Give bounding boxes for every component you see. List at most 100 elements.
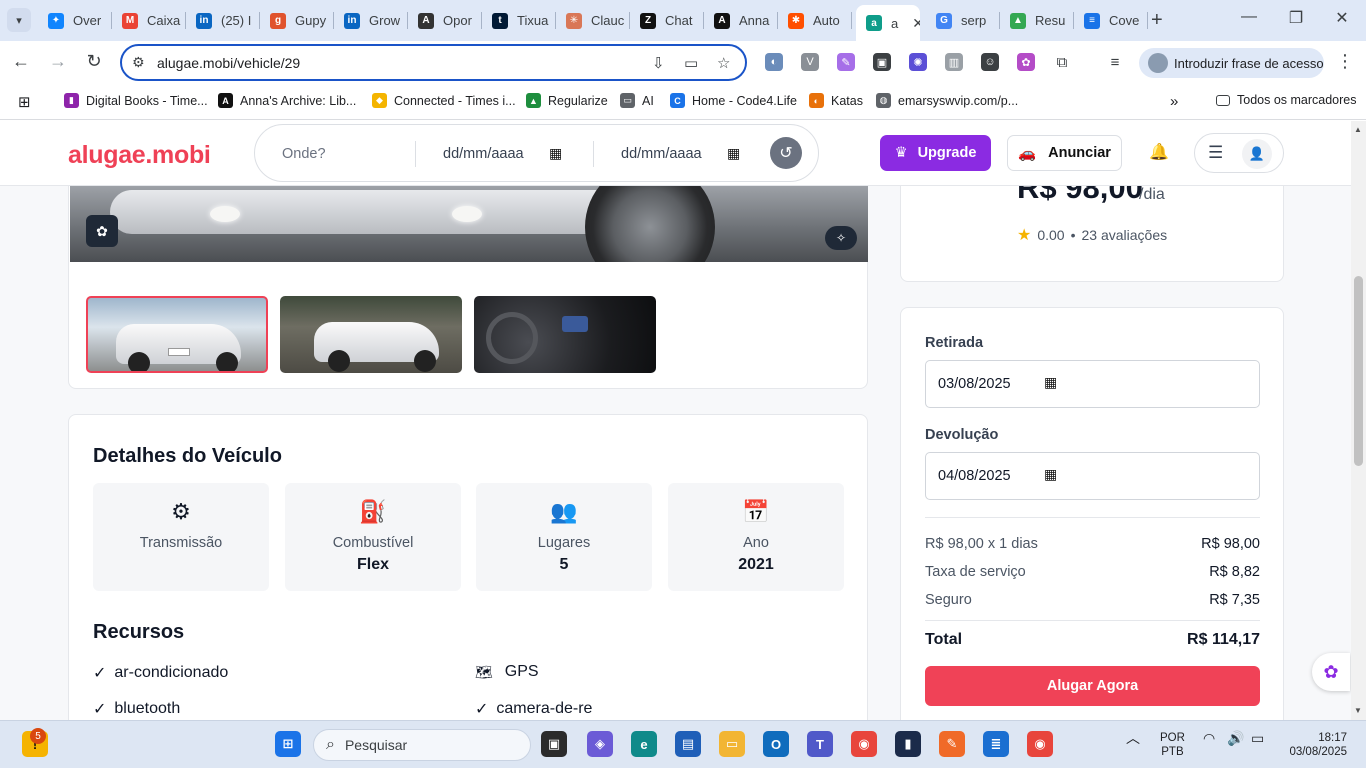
browser-menu-icon[interactable]: ⋮ xyxy=(1336,51,1354,72)
reset-search-icon[interactable]: ↺ xyxy=(770,137,802,169)
tab-14[interactable]: ≡ Cove xyxy=(1074,0,1148,41)
back-icon[interactable]: ← xyxy=(9,51,33,72)
thumbnail-1[interactable] xyxy=(86,296,268,373)
thumbnail-2[interactable] xyxy=(280,296,462,373)
clock[interactable]: 18:17 03/08/2025 xyxy=(1285,731,1347,759)
rent-now-button[interactable]: Alugar Agora xyxy=(925,666,1260,706)
more-bookmarks-icon[interactable]: » xyxy=(1170,93,1178,110)
apps-grid-icon[interactable]: ⊞ xyxy=(18,93,31,111)
page-scrollbar[interactable]: ▲ ▼ xyxy=(1351,121,1366,720)
teams-icon[interactable]: T xyxy=(807,731,833,757)
anunciar-button[interactable]: 🚗 Anunciar xyxy=(1007,135,1122,171)
card-icon[interactable]: ▭ xyxy=(684,54,698,72)
wifi-icon[interactable]: ◠ xyxy=(1203,731,1215,745)
tab-3[interactable]: g Gupy xyxy=(260,0,334,41)
chrome-icon[interactable]: ◉ xyxy=(851,731,877,757)
ai-brain-badge-icon[interactable]: ✿ xyxy=(86,215,118,247)
start-date-input[interactable]: dd/mm/aaaa xyxy=(443,146,524,162)
site-info-icon[interactable]: ⚙ xyxy=(132,54,145,71)
tab-1[interactable]: M Caixa xyxy=(112,0,186,41)
extension-book-icon[interactable]: ▥ xyxy=(945,53,963,71)
store-icon[interactable]: ▤ xyxy=(675,731,701,757)
tab-7[interactable]: ✳ Clauc xyxy=(556,0,630,41)
battery-icon[interactable]: ▭ xyxy=(1251,731,1264,745)
bookmark-item[interactable]: ◆ Connected - Times i... xyxy=(372,93,516,108)
site-logo[interactable]: alugae.mobi xyxy=(68,141,211,170)
task-view-icon[interactable]: ▣ xyxy=(541,731,567,757)
scroll-down-icon[interactable]: ▼ xyxy=(1354,706,1362,715)
tray-overflow-icon[interactable]: ︿ xyxy=(1126,731,1140,745)
start-icon[interactable]: ⊞ xyxy=(275,731,301,757)
bookmark-star-icon[interactable]: ☆ xyxy=(717,54,730,72)
extension-icon[interactable]: ◐ xyxy=(765,53,783,71)
edge-icon[interactable]: e xyxy=(631,731,657,757)
language-indicator[interactable]: POR PTB xyxy=(1160,731,1185,759)
bell-icon[interactable]: 🔔 xyxy=(1149,142,1169,162)
extensions-puzzle-icon[interactable]: ⧉ xyxy=(1053,53,1071,71)
profile-button[interactable]: Introduzir frase de acesso xyxy=(1139,48,1324,78)
bookmark-item[interactable]: C Home - Code4.Life xyxy=(670,93,797,108)
extension-gear-icon[interactable]: ✺ xyxy=(909,53,927,71)
bookmark-item[interactable]: ◐ Katas xyxy=(809,93,863,108)
extension-face-icon[interactable]: ☺ xyxy=(981,53,999,71)
forward-icon[interactable]: → xyxy=(46,51,70,72)
scroll-up-icon[interactable]: ▲ xyxy=(1354,125,1362,134)
tab-2[interactable]: in (25) I xyxy=(186,0,260,41)
extension-v-icon[interactable]: V xyxy=(801,53,819,71)
return-date-input[interactable]: 04/08/2025 ▦ xyxy=(925,452,1260,500)
close-window-icon[interactable]: ✕ xyxy=(1322,8,1362,28)
close-tab-icon[interactable]: ✕ xyxy=(912,15,920,32)
volume-icon[interactable]: 🔊 xyxy=(1227,731,1244,745)
bookmark-item[interactable]: A Anna's Archive: Lib... xyxy=(218,93,356,108)
minimize-icon[interactable]: — xyxy=(1229,8,1269,26)
reload-icon[interactable]: ↻ xyxy=(82,51,106,72)
scroll-thumb[interactable] xyxy=(1354,276,1363,466)
location-input[interactable]: Onde? xyxy=(282,146,326,162)
extension-pen-icon[interactable]: ✎ xyxy=(837,53,855,71)
calendar-icon[interactable]: ▦ xyxy=(1044,374,1057,391)
magic-wand-icon[interactable]: ✧ xyxy=(825,226,857,250)
chrome-dev-icon[interactable]: ◉ xyxy=(1027,731,1053,757)
all-bookmarks-button[interactable]: Todos os marcadores xyxy=(1216,93,1357,107)
tab-11[interactable]: a a ✕ xyxy=(856,5,920,41)
url-text[interactable]: alugae.mobi/vehicle/29 xyxy=(157,55,300,71)
bookmark-item[interactable]: ◍ emarsyswvip.com/p... xyxy=(876,93,1018,108)
thumbnail-3[interactable] xyxy=(474,296,656,373)
tab-5[interactable]: A Opor xyxy=(408,0,482,41)
upgrade-button[interactable]: ♛ Upgrade xyxy=(880,135,991,171)
extension-brain-icon[interactable]: ✿ xyxy=(1017,53,1035,71)
calendar-icon[interactable]: ▦ xyxy=(549,145,562,162)
file-explorer-icon[interactable]: ▭ xyxy=(719,731,745,757)
tab-8[interactable]: Z Chat xyxy=(630,0,704,41)
bookmark-item[interactable]: ▲ Regularize xyxy=(526,93,608,108)
terminal-icon[interactable]: ▮ xyxy=(895,731,921,757)
tab-9[interactable]: A Anna xyxy=(704,0,778,41)
floating-assistant-icon[interactable]: ✿ xyxy=(1312,653,1350,691)
outlook-icon[interactable]: O xyxy=(763,731,789,757)
user-menu-button[interactable]: ☰ 👤 xyxy=(1194,133,1284,173)
restore-icon[interactable]: ❐ xyxy=(1276,8,1316,28)
bookmark-item[interactable]: ▮ Digital Books - Time... xyxy=(64,93,208,108)
postman-icon[interactable]: ✎ xyxy=(939,731,965,757)
copilot-icon[interactable]: ◈ xyxy=(587,731,613,757)
calendar-icon[interactable]: ▦ xyxy=(727,145,740,162)
tab-6[interactable]: t Tixua xyxy=(482,0,556,41)
calendar-icon[interactable]: ▦ xyxy=(1044,466,1057,483)
pickup-date-input[interactable]: 03/08/2025 ▦ xyxy=(925,360,1260,408)
address-bar[interactable]: ⚙ alugae.mobi/vehicle/29 ⇩ ▭ ☆ xyxy=(120,44,747,81)
install-app-icon[interactable]: ⇩ xyxy=(652,54,665,72)
end-date-input[interactable]: dd/mm/aaaa xyxy=(621,146,702,162)
tab-search-icon[interactable]: ▾ xyxy=(7,8,31,32)
bookmark-item[interactable]: ▭ AI xyxy=(620,93,654,108)
extension-cast-icon[interactable]: ▣ xyxy=(873,53,891,71)
tab-0[interactable]: ✦ Over xyxy=(38,0,112,41)
review-count[interactable]: 23 avaliações xyxy=(1082,227,1168,243)
notepad-icon[interactable]: ≣ xyxy=(983,731,1009,757)
new-tab-icon[interactable]: + xyxy=(1151,9,1163,32)
tab-12[interactable]: Gserp xyxy=(926,0,1000,41)
tab-13[interactable]: ▲ Resu xyxy=(1000,0,1074,41)
taskbar-search[interactable]: ⌕ Pesquisar xyxy=(313,729,531,761)
tab-10[interactable]: ✱ Auto xyxy=(778,0,852,41)
media-control-icon[interactable]: ≡ xyxy=(1106,53,1124,71)
tab-4[interactable]: in Grow xyxy=(334,0,408,41)
